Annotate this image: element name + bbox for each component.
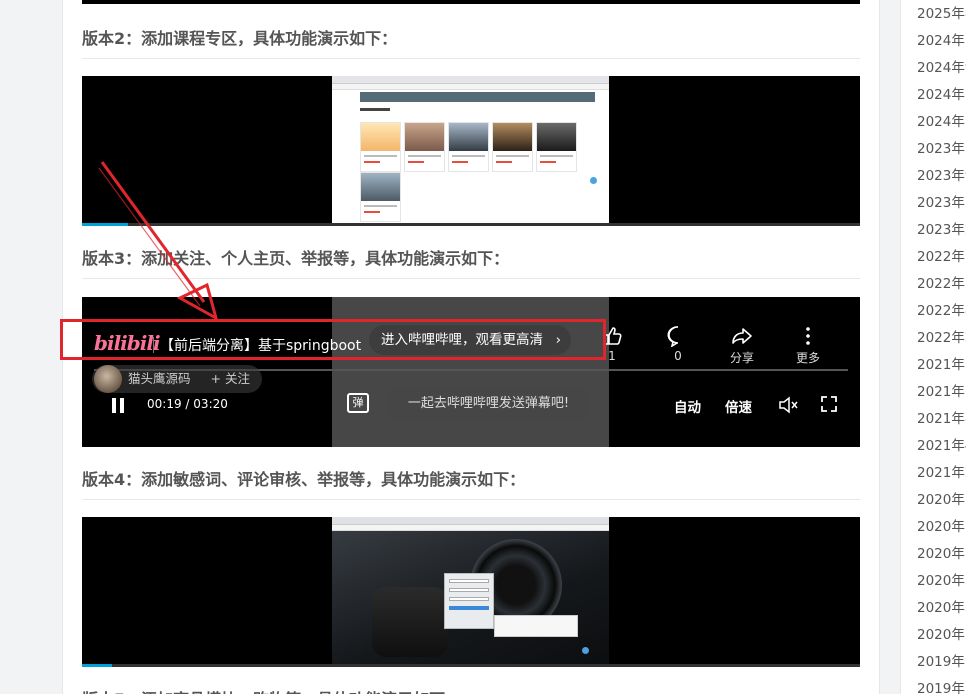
more-button[interactable]: 更多	[786, 325, 830, 366]
archive-link[interactable]: 2020年5	[917, 569, 966, 589]
video-player-v1-bottom[interactable]	[82, 0, 860, 4]
video-frame-course-zone	[332, 76, 609, 226]
comment-button[interactable]: 0	[656, 325, 700, 363]
archive-link[interactable]: 2025年8	[917, 2, 966, 22]
archive-link[interactable]: 2024年1	[917, 29, 966, 49]
pause-icon[interactable]	[112, 398, 124, 413]
archive-sidebar: 2025年8 2024年1 2024年9 2024年7 2024年1 2023年1 2023…	[900, 0, 966, 694]
heading-version-2: 版本2：添加课程专区，具体功能演示如下：	[82, 25, 860, 59]
time-display: 00:19 / 03:20	[147, 397, 228, 411]
archive-link[interactable]: 2022年1	[917, 245, 966, 265]
uploader-chip[interactable]: 猫头鹰源码 + 关注	[92, 365, 262, 393]
archive-link[interactable]: 2023年7	[917, 191, 966, 211]
archive-link[interactable]: 2019年1	[917, 650, 966, 670]
archive-link[interactable]: 2019年1	[917, 677, 966, 694]
archive-link[interactable]: 2024年7	[917, 83, 966, 103]
quality-auto-button[interactable]: 自动	[674, 396, 701, 416]
annotation-highlight-box	[60, 319, 606, 360]
archive-link[interactable]: 2021年4	[917, 434, 966, 454]
page: 2025年8 2024年1 2024年9 2024年7 2024年1 2023年1 2023…	[0, 0, 966, 694]
archive-link[interactable]: 2021年1	[917, 353, 966, 373]
archive-link[interactable]: 2023年1	[917, 137, 966, 157]
archive-link[interactable]: 2022年8	[917, 299, 966, 319]
video-player-v2[interactable]	[82, 76, 860, 226]
share-icon	[720, 325, 764, 349]
follow-button[interactable]: + 关注	[211, 371, 250, 386]
heading-version-3: 版本3：添加关注、个人主页、举报等，具体功能演示如下：	[82, 245, 860, 279]
share-button[interactable]: 分享	[720, 325, 764, 366]
more-label: 更多	[795, 351, 820, 365]
uploader-name: 猫头鹰源码	[128, 371, 191, 386]
comment-icon	[656, 325, 700, 349]
playback-speed-button[interactable]: 倍速	[725, 396, 752, 416]
heading-version-5: 版本5：添加商品模块、购物等，具体功能演示如下：	[82, 686, 860, 694]
video-frame-login	[332, 517, 609, 667]
heading-version-4: 版本4：添加敏感词、评论审核、举报等，具体功能演示如下：	[82, 466, 860, 500]
archive-link[interactable]: 2023年2	[917, 218, 966, 238]
archive-link[interactable]: 2021年8	[917, 407, 966, 427]
danmaku-input[interactable]: 一起去哔哩哔哩发送弹幕吧!	[388, 389, 589, 419]
time-total: 03:20	[193, 397, 228, 411]
share-label: 分享	[729, 351, 754, 365]
archive-link[interactable]: 2020年3	[917, 596, 966, 616]
danmaku-toggle-icon[interactable]: 弹	[347, 393, 369, 413]
archive-link[interactable]: 2023年9	[917, 164, 966, 184]
comment-count: 0	[674, 349, 682, 363]
archive-link[interactable]: 2021年1	[917, 380, 966, 400]
uploader-avatar	[94, 365, 122, 393]
video-player-v4[interactable]	[82, 517, 860, 667]
volume-muted-icon[interactable]	[778, 395, 800, 419]
fullscreen-icon[interactable]	[820, 395, 838, 417]
archive-link[interactable]: 2020年1	[917, 623, 966, 643]
player-controls: 00:19 / 03:20 弹 一起去哔哩哔哩发送弹幕吧! 自动 倍速	[82, 389, 860, 421]
archive-link[interactable]: 2024年1	[917, 110, 966, 130]
more-vertical-icon	[786, 325, 830, 349]
archive-link[interactable]: 2020年7	[917, 542, 966, 562]
time-current: 00:19	[147, 397, 182, 411]
archive-link[interactable]: 2022年1	[917, 272, 966, 292]
archive-link[interactable]: 2020年1	[917, 488, 966, 508]
archive-link[interactable]: 2021年2	[917, 461, 966, 481]
archive-link[interactable]: 2020年7	[917, 515, 966, 535]
time-separator: /	[185, 397, 190, 411]
archive-link[interactable]: 2022年2	[917, 326, 966, 346]
archive-link[interactable]: 2024年9	[917, 56, 966, 76]
